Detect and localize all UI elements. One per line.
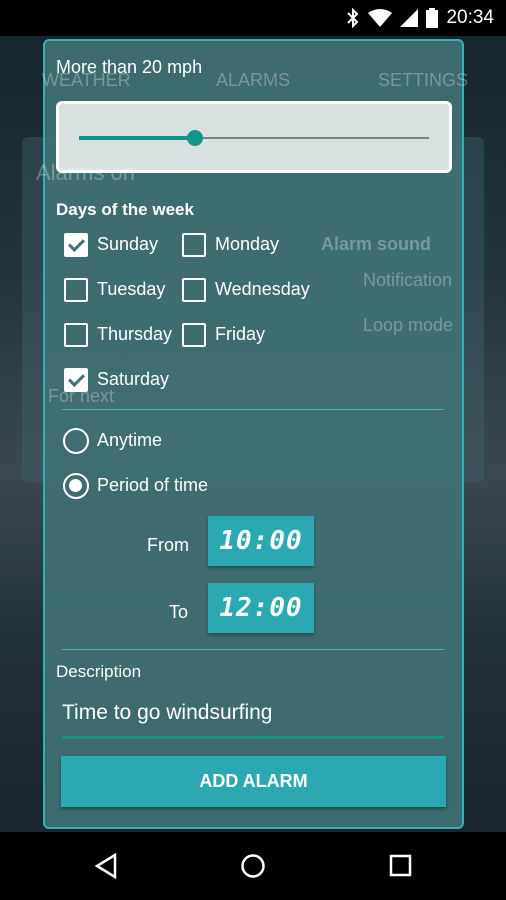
slider-thumb[interactable]: [186, 130, 203, 146]
description-input[interactable]: Time to go windsurfing: [62, 701, 444, 739]
recents-icon[interactable]: [389, 852, 413, 880]
checkbox-thursday[interactable]: [64, 323, 88, 347]
to-time-button[interactable]: 12:00: [208, 583, 314, 633]
clock: 20:34: [446, 7, 494, 28]
radio-label[interactable]: Anytime: [97, 430, 162, 451]
tab-alarms: ALARMS: [216, 70, 291, 90]
radio-period-of-time[interactable]: [63, 473, 89, 499]
tab-weather: WEATHER: [42, 70, 131, 90]
wind-slider[interactable]: [79, 130, 429, 146]
for-next-label: For next: [48, 386, 115, 406]
description-label: Description: [56, 662, 142, 681]
checkbox-friday[interactable]: [182, 323, 206, 347]
days-title: Days of the week: [56, 200, 194, 219]
checkbox-wednesday[interactable]: [182, 278, 206, 302]
day-label[interactable]: Monday: [215, 234, 279, 255]
alarms-on-label: Alarms on: [36, 160, 136, 185]
loop-mode-label: Loop mode: [363, 315, 454, 335]
checkbox-tuesday[interactable]: [64, 278, 88, 302]
divider: [62, 649, 444, 650]
status-bar: 20:34: [0, 0, 506, 36]
wifi-icon: [368, 9, 393, 27]
to-label: To: [169, 602, 189, 622]
from-label: From: [147, 535, 189, 555]
slider-fill: [79, 136, 195, 140]
checkbox-monday[interactable]: [182, 233, 206, 257]
radio-anytime[interactable]: [63, 428, 89, 454]
day-label[interactable]: Sunday: [97, 234, 158, 255]
home-icon[interactable]: [240, 852, 266, 880]
day-label[interactable]: Friday: [215, 324, 265, 345]
tab-settings: SETTINGS: [378, 70, 469, 90]
add-alarm-button[interactable]: ADD ALARM: [61, 756, 446, 807]
battery-icon: [426, 8, 439, 28]
notification-label: Notification: [363, 270, 453, 290]
back-icon[interactable]: [94, 852, 118, 880]
signal-icon: [400, 9, 419, 27]
checkbox-sunday[interactable]: [64, 233, 88, 257]
from-time-button[interactable]: 10:00: [208, 516, 314, 566]
day-label[interactable]: Wednesday: [215, 279, 310, 300]
add-alarm-dialog: More than 20 mph Days of the week Sunday…: [43, 39, 464, 829]
radio-label[interactable]: Period of time: [97, 475, 208, 496]
bluetooth-icon: [347, 8, 359, 28]
alarm-sound-label: Alarm sound: [321, 234, 432, 254]
day-label[interactable]: Tuesday: [97, 279, 165, 300]
navigation-bar: [0, 832, 506, 900]
day-label[interactable]: Thursday: [97, 324, 172, 345]
divider: [62, 409, 444, 410]
